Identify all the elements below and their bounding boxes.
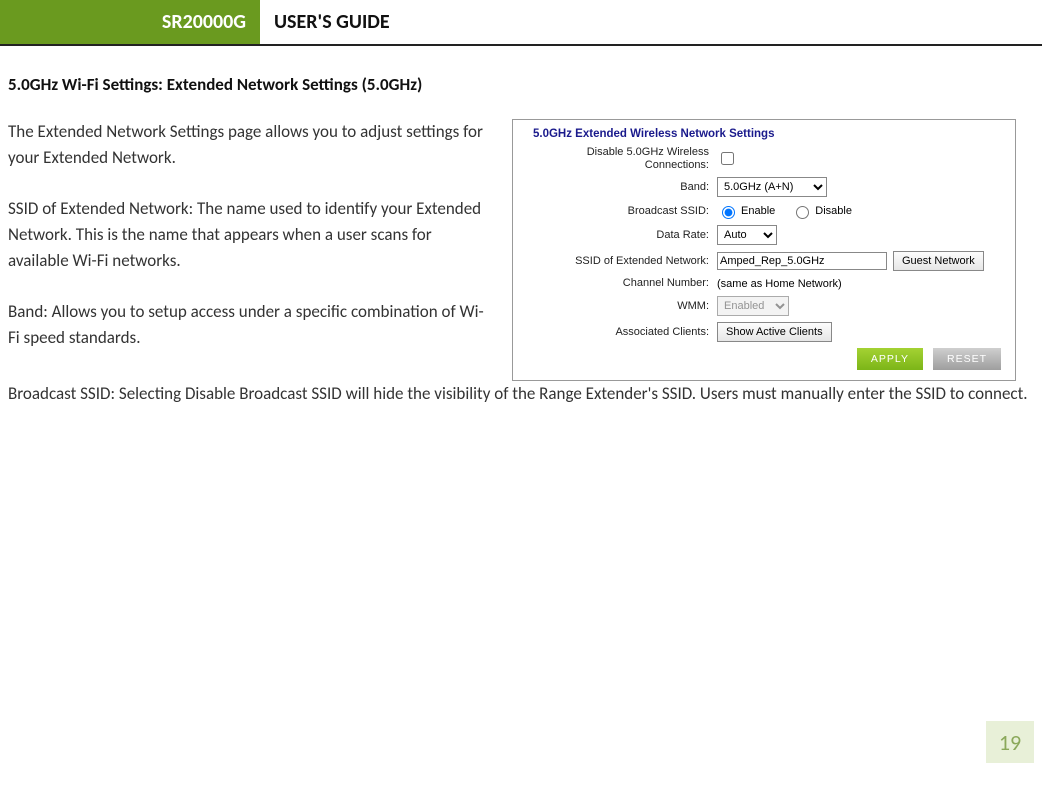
label-wmm: WMM: (523, 300, 717, 313)
radio-broadcast-enable-wrap[interactable]: Enable (717, 203, 775, 219)
para-band: Band: Allows you to setup access under a… (8, 299, 488, 352)
para-broadcast: Broadcast SSID: Selecting Disable Broadc… (8, 381, 1034, 407)
header-title: USER'S GUIDE (260, 0, 390, 44)
guest-network-button[interactable]: Guest Network (893, 251, 984, 271)
label-data-rate: Data Rate: (523, 229, 717, 242)
header-model: SR20000G (0, 0, 260, 44)
radio-broadcast-enable[interactable] (722, 206, 735, 219)
checkbox-disable-wireless[interactable] (721, 152, 734, 165)
label-ssid: SSID of Extended Network: (523, 255, 717, 268)
label-channel: Channel Number: (523, 277, 717, 290)
page-number: 19 (986, 721, 1034, 763)
label-clients: Associated Clients: (523, 326, 717, 339)
para-intro: The Extended Network Settings page allow… (8, 119, 488, 172)
page-header: SR20000G USER'S GUIDE (0, 0, 1042, 46)
select-band[interactable]: 5.0GHz (A+N) (717, 177, 827, 197)
channel-value: (same as Home Network) (717, 278, 842, 290)
radio-broadcast-disable-wrap[interactable]: Disable (791, 203, 852, 219)
label-disable-wireless: Disable 5.0GHz Wireless Connections: (523, 146, 717, 171)
input-ssid[interactable] (717, 252, 887, 270)
settings-panel: 5.0GHz Extended Wireless Network Setting… (512, 119, 1016, 381)
label-broadcast: Broadcast SSID: (523, 205, 717, 218)
panel-title: 5.0GHz Extended Wireless Network Setting… (533, 128, 1005, 140)
apply-button[interactable]: APPLY (857, 348, 923, 370)
select-data-rate[interactable]: Auto (717, 225, 777, 245)
label-band: Band: (523, 181, 717, 194)
select-wmm: Enabled (717, 296, 789, 316)
content-area: 5.0GHz Wi-Fi Settings: Extended Network … (0, 46, 1042, 408)
section-heading: 5.0GHz Wi-Fi Settings: Extended Network … (8, 74, 1034, 95)
show-active-clients-button[interactable]: Show Active Clients (717, 322, 832, 342)
para-ssid: SSID of Extended Network: The name used … (8, 196, 488, 275)
reset-button[interactable]: RESET (933, 348, 1001, 370)
radio-broadcast-disable[interactable] (796, 206, 809, 219)
